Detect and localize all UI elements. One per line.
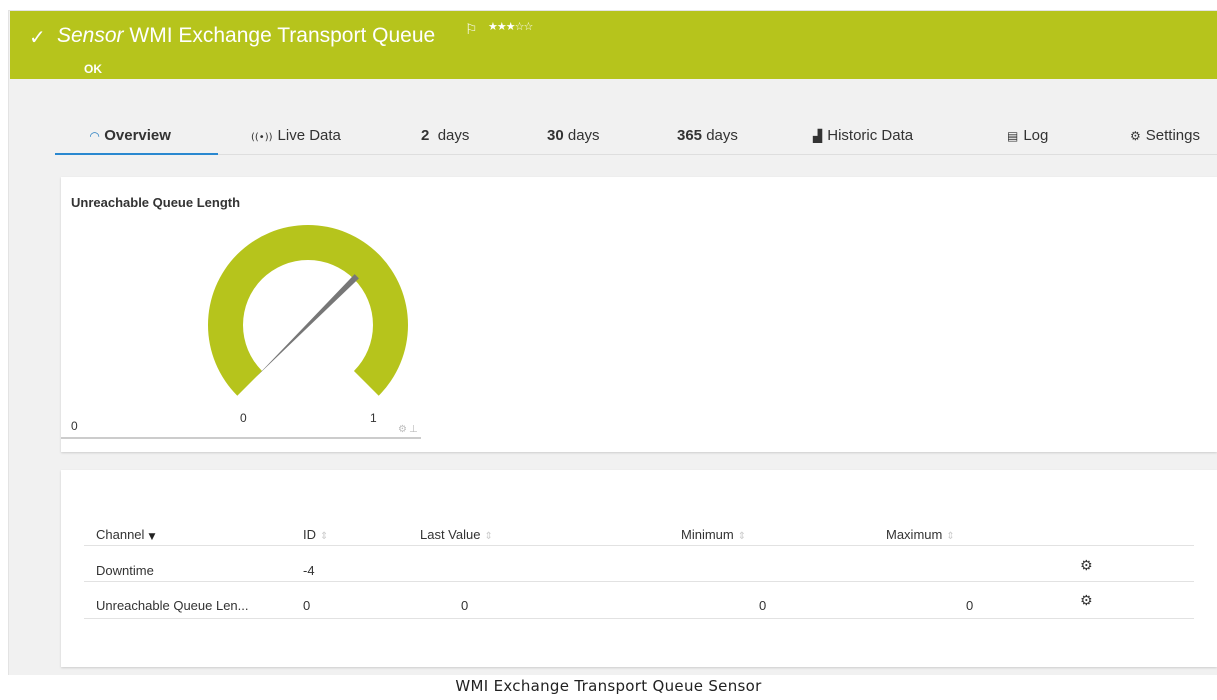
row-channel[interactable]: Downtime — [96, 563, 154, 578]
status-ok-check-icon: ✓ — [29, 25, 46, 49]
log-icon: ▤ — [1007, 129, 1019, 143]
sort-icon: ⇕ — [737, 531, 747, 542]
row-last-value: 0 — [461, 598, 469, 613]
gauge-tools[interactable]: ⚙⊥ — [398, 424, 420, 435]
pin-icon[interactable]: ⊥ — [409, 424, 420, 435]
live-data-icon: ((•)) — [251, 132, 273, 143]
channel-table-panel: Channel ▼ ID ⇕ Last Value ⇕ Minimum ⇕ Maximu… — [61, 470, 1217, 667]
row-id: -4 — [303, 563, 315, 578]
header-divider — [84, 545, 1194, 546]
tab-bar-divider — [55, 154, 1217, 155]
gauge-current-value: 0 — [71, 419, 78, 433]
channel-settings-icon[interactable]: ⚙ — [1080, 593, 1093, 609]
row-channel[interactable]: Unreachable Queue Len... — [96, 598, 249, 613]
gauge-max-label: 1 — [370, 411, 377, 425]
status-text: OK — [84, 62, 102, 76]
gauge-icon: ◠ — [90, 129, 100, 143]
gauge-panel: Unreachable Queue Length 0 0 1 ⚙⊥ — [61, 177, 1217, 452]
gear-icon: ⚙ — [1130, 129, 1141, 143]
tab-365-days[interactable]: 365 days — [677, 127, 738, 144]
gauge-needle — [256, 274, 359, 377]
priority-stars[interactable]: ★★★☆☆ — [488, 20, 533, 33]
row-maximum: 0 — [966, 598, 974, 613]
sensor-kind: Sensor — [57, 24, 124, 47]
row-divider — [84, 581, 1194, 582]
tab-bar: ◠ Overview ((•)) Live Data 2 days 30 days … — [10, 79, 1217, 155]
tab-settings[interactable]: ⚙ Settings — [1130, 127, 1200, 144]
row-divider — [84, 618, 1194, 619]
sensor-header: ✓ Sensor WMI Exchange Transport Queue ⚐ … — [10, 11, 1217, 79]
flag-icon[interactable]: ⚐ — [465, 22, 478, 38]
tab-2-days[interactable]: 2 days — [421, 127, 469, 144]
col-channel[interactable]: Channel ▼ — [96, 527, 155, 542]
sort-icon: ⇕ — [946, 531, 955, 542]
row-id: 0 — [303, 598, 311, 613]
channel-settings-icon[interactable]: ⚙ — [1080, 558, 1093, 574]
sensor-title: Sensor WMI Exchange Transport Queue — [57, 24, 435, 48]
tab-log[interactable]: ▤ Log — [1007, 127, 1048, 144]
tab-overview[interactable]: ◠ Overview — [90, 127, 171, 144]
tab-historic-data[interactable]: ▟ Historic Data — [813, 127, 913, 144]
area-chart-icon: ▟ — [813, 129, 823, 143]
tab-30-days[interactable]: 30 days — [547, 127, 600, 144]
figure-caption: WMI Exchange Transport Queue Sensor — [455, 677, 762, 695]
sort-icon: ⇕ — [320, 531, 329, 542]
gauge-chart — [61, 225, 421, 439]
col-id[interactable]: ID ⇕ — [303, 527, 328, 542]
col-last-value[interactable]: Last Value ⇕ — [420, 527, 493, 542]
tab-live-data[interactable]: ((•)) Live Data — [251, 127, 341, 144]
gauge-arc — [207, 225, 408, 396]
col-minimum[interactable]: Minimum ⇕ — [681, 527, 746, 542]
sort-icon: ⇕ — [484, 531, 493, 542]
row-minimum: 0 — [759, 598, 767, 613]
sensor-name: WMI Exchange Transport Queue — [129, 24, 436, 47]
sort-desc-icon: ▼ — [148, 532, 156, 542]
gauge-min-label: 0 — [240, 411, 247, 425]
col-maximum[interactable]: Maximum ⇕ — [886, 527, 955, 542]
active-tab-indicator — [55, 153, 218, 155]
